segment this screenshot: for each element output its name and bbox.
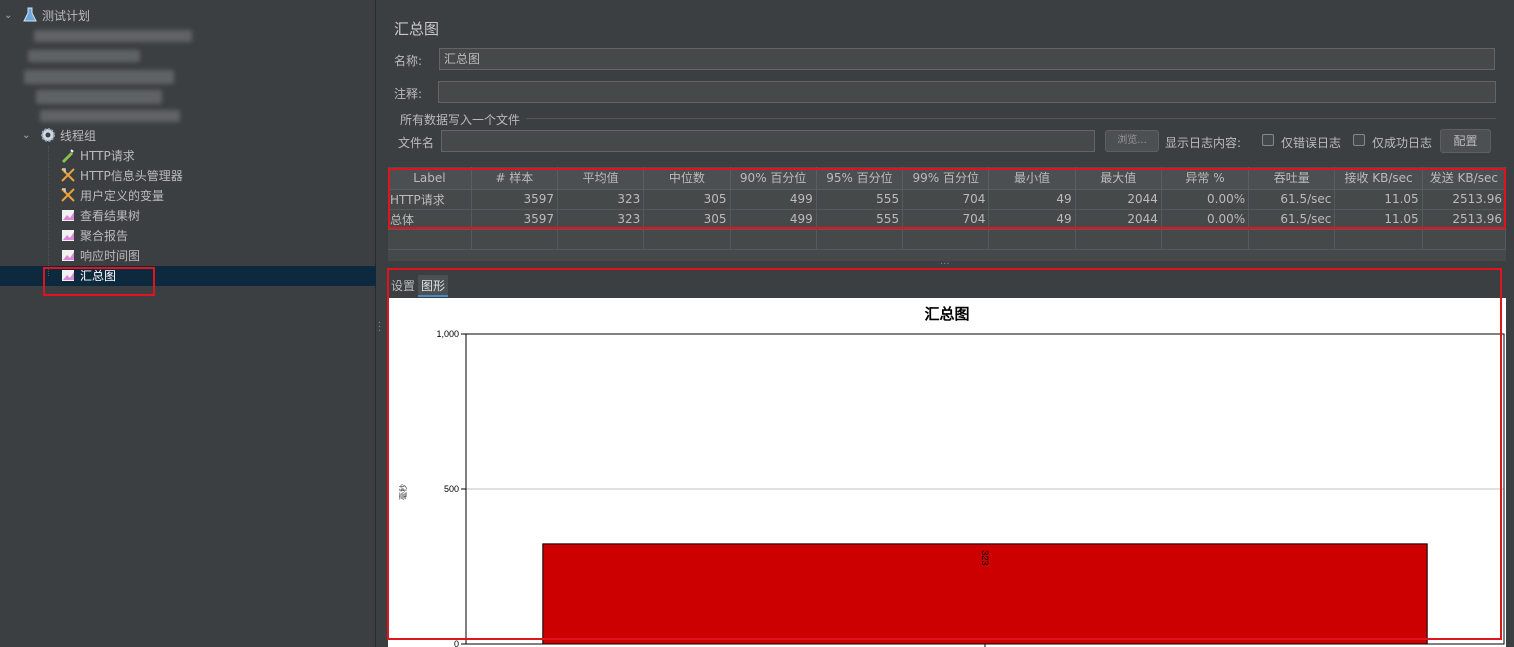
tree-node-label: HTTP信息头管理器 [80,169,183,183]
tree-node-label: 测试计划 [42,9,91,23]
tree-guide-line [48,146,49,276]
wrench-icon [61,188,75,202]
tree-node-label: 查看结果树 [80,209,141,223]
name-field[interactable]: 汇总图 [439,48,1495,70]
tree-node-aggregate-report[interactable]: 聚合报告 [60,226,128,246]
section-divider [526,118,1496,119]
chart-y-tick-label: 0 [454,639,459,647]
obscured-node [24,70,174,84]
obscured-node [40,110,180,122]
tree-node-label: HTTP请求 [80,149,135,163]
flask-icon [23,7,37,22]
tree-node-label: 聚合报告 [80,229,129,243]
highlight-box [388,168,1506,229]
tree-node-response-time-graph[interactable]: 响应时间图 [60,246,140,266]
tree-node-view-results-tree[interactable]: 查看结果树 [60,206,140,226]
highlight-box [387,268,1502,640]
gear-icon [41,128,55,142]
graph-icon [62,210,74,221]
summary-graph-panel: 汇总图 名称: 汇总图 注释: 所有数据写入一个文件 文件名 浏览... 显示日… [384,0,1514,647]
chevron-down-icon[interactable]: ⌄ [4,6,14,26]
browse-button[interactable]: 浏览... [1105,130,1159,152]
errors-only-label: 仅错误日志 [1281,136,1342,150]
tree-node-label: 线程组 [60,129,97,143]
splitter-handle[interactable]: ··· [378,319,382,337]
graph-icon [62,230,74,241]
highlight-box [43,267,155,296]
tree-node-label: 响应时间图 [80,249,141,263]
config-button[interactable]: 配置 [1440,129,1491,153]
tree-node-test-plan[interactable]: 测试计划 [22,6,90,26]
table-row-empty [388,229,1506,250]
log-content-label: 显示日志内容: [1165,136,1242,150]
success-only-checkbox[interactable] [1353,134,1365,146]
obscured-node [34,30,192,42]
pipette-icon [62,149,74,163]
errors-only-checkbox[interactable] [1262,134,1274,146]
tree-node-thread-group[interactable]: 线程组 [40,126,96,146]
success-only-label: 仅成功日志 [1372,136,1433,150]
wrench-icon [61,168,75,182]
comment-field[interactable] [438,81,1496,103]
file-label: 文件名 [398,136,435,150]
comment-label: 注释: [394,87,423,101]
test-plan-tree[interactable]: ⌄ 测试计划 ⌄ 线程组 HTTP请求 HTTP信息头管理器 用户定义的变量 查… [0,0,376,647]
tree-node-http-request[interactable]: HTTP请求 [60,146,135,166]
obscured-node [36,90,162,104]
graph-icon [62,250,74,261]
obscured-node [28,50,140,62]
name-label: 名称: [394,54,423,68]
tree-node-user-defined-variables[interactable]: 用户定义的变量 [60,186,164,206]
tree-node-label: 用户定义的变量 [80,189,165,203]
tree-node-http-header-manager[interactable]: HTTP信息头管理器 [60,166,183,186]
file-section-label: 所有数据写入一个文件 [400,113,521,127]
chevron-down-icon[interactable]: ⌄ [22,126,32,146]
panel-title: 汇总图 [394,20,440,38]
filename-field[interactable] [441,130,1095,152]
